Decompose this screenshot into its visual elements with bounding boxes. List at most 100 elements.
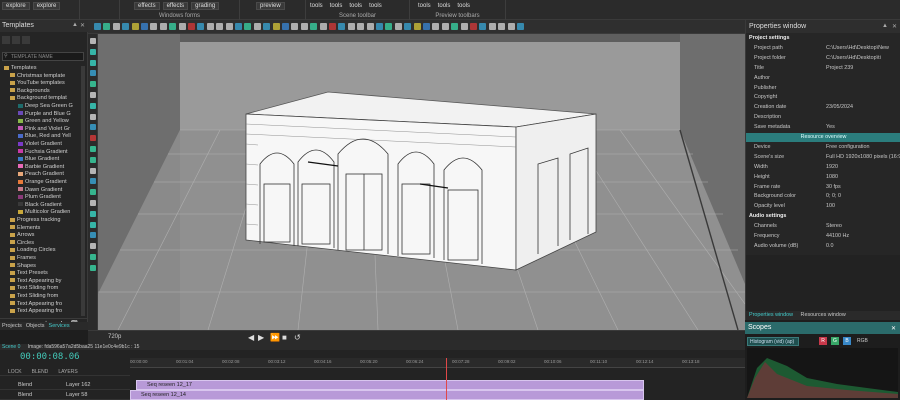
scene-tool-icon[interactable] [517, 23, 524, 30]
scene-tool-icon[interactable] [338, 23, 346, 30]
scene-tool-icon[interactable] [244, 23, 252, 30]
effects-dropdown-2[interactable]: effects [162, 2, 189, 10]
property-row[interactable]: Title Project 239 [746, 64, 900, 73]
scene-tool-icon[interactable] [253, 23, 261, 30]
object-tool-icon[interactable] [90, 113, 96, 120]
template-item[interactable]: Text Appearing fro [2, 307, 76, 315]
property-value[interactable]: C:\Users\Hd\Desktop\ti [826, 54, 881, 63]
scene-tool-icon[interactable] [413, 23, 421, 30]
object-tool-icon[interactable] [90, 221, 96, 228]
tools-button-2[interactable]: tools [328, 2, 345, 10]
timeline-clip[interactable]: Seq reseen 12_14 [130, 390, 644, 400]
layer-blend[interactable]: Blend [18, 380, 32, 390]
scene-tool-icon[interactable] [329, 23, 336, 30]
property-value[interactable]: Stereo [826, 222, 842, 231]
tools-button-1[interactable]: tools [308, 2, 325, 10]
layer-row[interactable]: Blend Layer 58 [0, 390, 130, 400]
layer-row[interactable]: Blend Layer 162 [0, 380, 130, 390]
scene-tool-icon[interactable] [159, 23, 167, 30]
object-tool-icon[interactable] [90, 167, 96, 174]
scene-tool-icon[interactable] [225, 23, 233, 30]
object-tool-icon[interactable] [90, 200, 96, 206]
property-value[interactable]: 0.0 [826, 242, 834, 251]
scene-tool-icon[interactable] [235, 23, 242, 30]
object-tool-icon[interactable] [90, 146, 96, 152]
tools-button-3[interactable]: tools [347, 2, 364, 10]
scene-tool-icon[interactable] [197, 23, 205, 30]
tab-image-sequence[interactable]: Image: fda596a57a2d5baa25 11e1e0c4e9b1c … [22, 344, 140, 350]
stop-icon[interactable]: ■ [282, 333, 287, 342]
scene-tool-icon[interactable] [423, 23, 430, 30]
tools-button-6[interactable]: tools [436, 2, 453, 10]
tab-projects[interactable]: Projects [2, 322, 22, 330]
explore-dropdown[interactable]: explore [2, 2, 30, 10]
tools-button-5[interactable]: tools [416, 2, 433, 10]
scene-tool-icon[interactable] [441, 23, 449, 30]
template-search-input[interactable]: TEMPLATE NAME [2, 52, 84, 61]
scene-tool-icon[interactable] [394, 23, 402, 30]
object-tool-icon[interactable] [90, 243, 96, 250]
property-row[interactable]: Project folder C:\Users\Hd\Desktop\ti [746, 54, 900, 63]
property-value[interactable]: 30 fps [826, 183, 841, 192]
refresh-icon[interactable] [12, 36, 20, 44]
scene-tool-icon[interactable] [432, 23, 440, 30]
property-row[interactable]: Scene's size Full HD 1920x1080 pixels (16… [746, 153, 900, 162]
property-value[interactable]: 44100 Hz [826, 232, 849, 241]
object-tool-icon[interactable] [90, 189, 96, 196]
effects-dropdown[interactable]: effects [134, 2, 160, 10]
scene-tool-icon[interactable] [216, 23, 224, 30]
layer-blend[interactable]: Blend [18, 390, 32, 400]
scene-tool-icon[interactable] [488, 23, 496, 30]
scene-tool-icon[interactable] [300, 23, 308, 30]
tab-scene-0[interactable]: Scene 0 [0, 344, 20, 350]
property-row[interactable]: Creation date 23/05/2024 [746, 103, 900, 112]
scene-tool-icon[interactable] [347, 23, 355, 30]
red-channel-toggle[interactable]: R [819, 337, 827, 345]
property-value[interactable]: Yes [826, 123, 835, 132]
play-icon[interactable]: ▶ [258, 333, 264, 342]
object-tool-icon[interactable] [90, 81, 96, 88]
previous-frame-icon[interactable]: ◀ [248, 333, 254, 342]
scene-tool-icon[interactable] [112, 23, 120, 30]
pin-icon[interactable]: ▲ [72, 22, 78, 28]
green-channel-toggle[interactable]: G [831, 337, 839, 345]
playhead[interactable] [446, 358, 447, 400]
object-tool-icon[interactable] [90, 124, 96, 131]
property-row[interactable]: Copyright [746, 93, 900, 102]
property-row[interactable]: Frequency 44100 Hz [746, 232, 900, 241]
scene-tool-icon[interactable] [319, 23, 327, 30]
object-tool-icon[interactable] [90, 254, 96, 260]
scene-tool-icon[interactable] [141, 23, 148, 30]
scene-tool-icon[interactable] [479, 23, 487, 30]
object-tool-icon[interactable] [90, 135, 96, 142]
scene-tool-icon[interactable] [357, 23, 365, 30]
property-row[interactable]: Save metadata Yes [746, 123, 900, 132]
tools-button-4[interactable]: tools [367, 2, 384, 10]
scene-tool-icon[interactable] [263, 23, 271, 30]
pin-icon[interactable]: ▲ [882, 23, 888, 29]
object-tool-icon[interactable] [90, 48, 96, 55]
object-tool-icon[interactable] [90, 232, 96, 239]
property-row[interactable]: Channels Stereo [746, 222, 900, 231]
object-tool-icon[interactable] [90, 59, 96, 66]
scene-tool-icon[interactable] [404, 23, 412, 30]
timeline-ruler[interactable]: 00:00:00 00:01:04 00:02:08 00:03:12 00:04:16… [130, 358, 745, 368]
object-tool-icon[interactable] [90, 38, 96, 44]
scene-tool-icon[interactable] [291, 23, 299, 30]
property-value[interactable]: Free configuration [826, 143, 869, 152]
scene-tool-icon[interactable] [94, 23, 101, 30]
property-row[interactable]: Audio volume (dB) 0.0 [746, 242, 900, 251]
scene-tool-icon[interactable] [122, 23, 130, 30]
scene-tool-icon[interactable] [188, 23, 195, 30]
scene-tool-icon[interactable] [460, 23, 468, 30]
property-value[interactable]: 23/05/2024 [826, 103, 853, 112]
scene-tool-icon[interactable] [206, 23, 214, 30]
tab-resources-window[interactable]: Resources window [795, 312, 846, 318]
tab-services[interactable]: Services [49, 322, 70, 330]
zoom-level[interactable]: 720p [108, 334, 121, 340]
property-value[interactable]: Project 239 [826, 64, 853, 73]
property-value[interactable]: 0; 0; 0 [826, 192, 841, 201]
tools-button-7[interactable]: tools [455, 2, 472, 10]
property-row[interactable]: Author [746, 74, 900, 83]
object-tool-icon[interactable] [90, 92, 96, 98]
